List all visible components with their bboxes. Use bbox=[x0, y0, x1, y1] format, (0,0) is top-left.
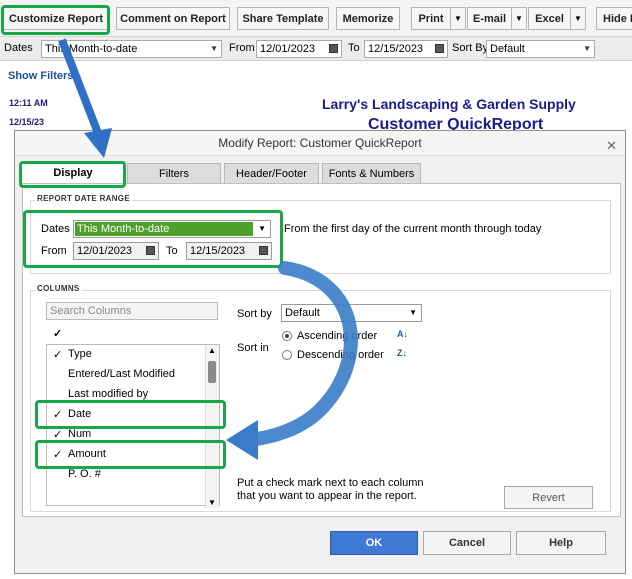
annotation-arrows bbox=[58, 38, 358, 460]
arrow-down-icon bbox=[58, 38, 112, 158]
curved-arrow-icon bbox=[226, 261, 358, 460]
